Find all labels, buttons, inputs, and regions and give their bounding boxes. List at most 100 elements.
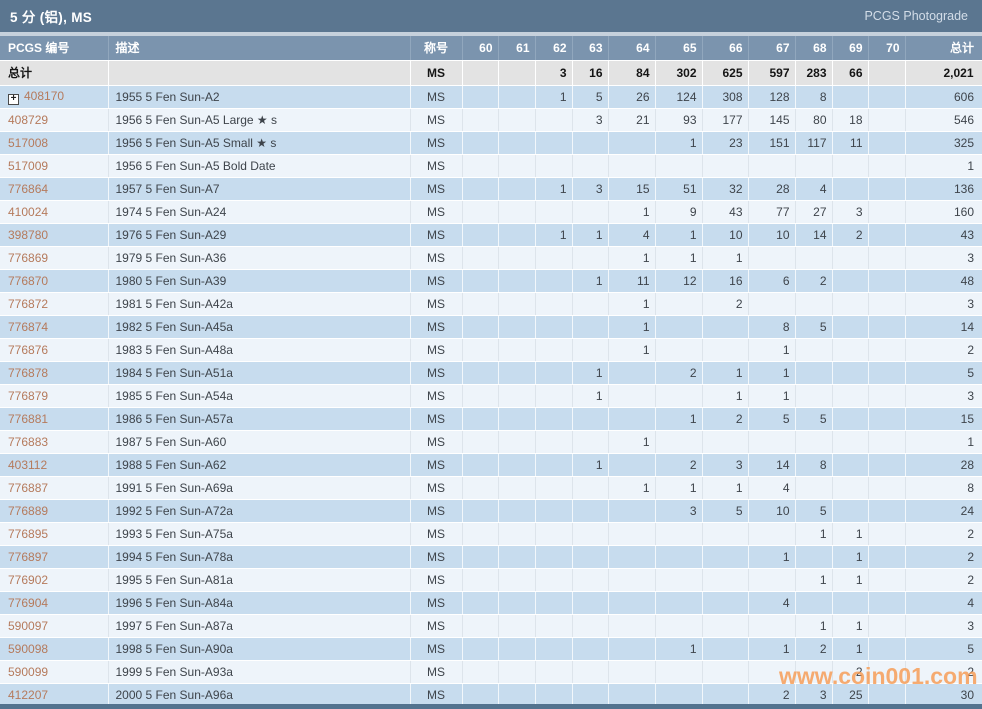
pcgs-number-link[interactable]: 403112 (8, 458, 47, 472)
grade-68-cell: 4 (795, 177, 833, 201)
totals-grade-68: 283 (795, 60, 833, 86)
grade-61-cell (498, 338, 536, 362)
grade-67-cell (748, 614, 796, 638)
grade-60-cell (462, 315, 499, 339)
grade-68-cell (795, 154, 833, 178)
grade-62-cell (535, 407, 573, 431)
pcgs-number-link[interactable]: 776881 (8, 412, 48, 426)
total-cell: 2 (905, 545, 982, 569)
total-cell: 4 (905, 591, 982, 615)
grade-65-cell: 1 (655, 246, 703, 270)
grade-60-cell (462, 637, 499, 661)
pcgs-number-cell: 776895 (0, 522, 109, 546)
grade-67-cell: 1 (748, 545, 796, 569)
grade-70-cell (868, 361, 906, 385)
table-row: 398780 1976 5 Fen Sun-A29 MS 1 1 4 1 10 10 14 2 43 (0, 223, 982, 247)
grade-64-cell (608, 637, 656, 661)
grade-69-cell (832, 591, 869, 615)
grade-61-cell (498, 269, 536, 293)
expand-icon[interactable]: + (8, 93, 19, 105)
grade-65-cell (655, 292, 703, 316)
total-cell: 3 (905, 292, 982, 316)
grade-61-cell (498, 315, 536, 339)
pcgs-number-link[interactable]: 590099 (8, 665, 48, 679)
grade-67-cell (748, 154, 796, 178)
grade-66-cell: 1 (702, 476, 749, 500)
grade-66-cell: 1 (702, 246, 749, 270)
total-cell: 48 (905, 269, 982, 293)
pcgs-number-link[interactable]: 776870 (8, 274, 48, 288)
grade-68-cell: 2 (795, 269, 833, 293)
pcgs-number-cell: 403112 (0, 453, 109, 477)
grade-62-cell (535, 361, 573, 385)
pcgs-number-link[interactable]: 776902 (8, 573, 48, 587)
table-row: 776879 1985 5 Fen Sun-A54a MS 1 1 1 3 (0, 384, 982, 408)
grade-62-cell (535, 430, 573, 454)
total-cell: 3 (905, 384, 982, 408)
pcgs-number-link[interactable]: 517009 (8, 159, 48, 173)
pcgs-number-link[interactable]: 776864 (8, 182, 48, 196)
table-row: 776869 1979 5 Fen Sun-A36 MS 1 1 1 3 (0, 246, 982, 270)
pcgs-number-link[interactable]: 776869 (8, 251, 48, 265)
total-cell: 606 (905, 85, 982, 109)
pcgs-number-link[interactable]: 776887 (8, 481, 48, 495)
description-cell: 1956 5 Fen Sun-A5 Large ★ s (108, 108, 411, 132)
pcgs-number-link[interactable]: 410024 (8, 205, 48, 219)
pcgs-number-link[interactable]: 590098 (8, 642, 48, 656)
grade-65-cell: 1 (655, 131, 703, 155)
grade-60-cell (462, 384, 499, 408)
designation-cell: MS (410, 683, 463, 707)
pcgs-number-link[interactable]: 408170 (24, 89, 64, 103)
table-header-row: PCGS 编号 描述 称号 60 61 62 63 64 65 66 67 68 69 70 总计 (0, 36, 982, 61)
pcgs-number-link[interactable]: 776889 (8, 504, 48, 518)
grade-70-cell (868, 315, 906, 339)
col-header-grade-63: 63 (572, 36, 609, 61)
designation-cell: MS (410, 131, 463, 155)
pcgs-number-link[interactable]: 408729 (8, 113, 48, 127)
pcgs-number-link[interactable]: 776883 (8, 435, 48, 449)
grade-70-cell (868, 154, 906, 178)
pcgs-number-link[interactable]: 776904 (8, 596, 48, 610)
grade-62-cell (535, 591, 573, 615)
pcgs-number-link[interactable]: 776872 (8, 297, 48, 311)
pcgs-number-link[interactable]: 776876 (8, 343, 48, 357)
photograde-link[interactable]: PCGS Photograde (864, 9, 968, 23)
total-cell: 2 (905, 660, 982, 684)
grade-62-cell (535, 683, 573, 707)
pcgs-number-link[interactable]: 412207 (8, 688, 48, 702)
designation-cell: MS (410, 223, 463, 247)
grade-69-cell (832, 384, 869, 408)
pcgs-number-link[interactable]: 590097 (8, 619, 48, 633)
grade-66-cell (702, 430, 749, 454)
grade-69-cell: 11 (832, 131, 869, 155)
description-cell: 1955 5 Fen Sun-A2 (108, 85, 411, 109)
pcgs-number-link[interactable]: 776895 (8, 527, 48, 541)
grade-70-cell (868, 292, 906, 316)
table-row: 403112 1988 5 Fen Sun-A62 MS 1 2 3 14 8 28 (0, 453, 982, 477)
grade-67-cell: 10 (748, 499, 796, 523)
pcgs-number-link[interactable]: 776879 (8, 389, 48, 403)
grade-60-cell (462, 108, 499, 132)
grade-62-cell (535, 660, 573, 684)
grade-61-cell (498, 591, 536, 615)
grade-70-cell (868, 453, 906, 477)
pcgs-number-link[interactable]: 776897 (8, 550, 48, 564)
grade-63-cell (572, 660, 609, 684)
totals-grade-60 (462, 60, 499, 86)
grade-65-cell: 2 (655, 453, 703, 477)
grade-60-cell (462, 223, 499, 247)
designation-cell: MS (410, 545, 463, 569)
designation-cell: MS (410, 154, 463, 178)
pcgs-number-link[interactable]: 776878 (8, 366, 48, 380)
grade-60-cell (462, 85, 499, 109)
pcgs-number-link[interactable]: 517008 (8, 136, 48, 150)
grade-69-cell (832, 85, 869, 109)
grade-62-cell (535, 131, 573, 155)
table-row: 517009 1956 5 Fen Sun-A5 Bold Date MS 1 (0, 154, 982, 178)
grade-61-cell (498, 683, 536, 707)
pcgs-number-link[interactable]: 776874 (8, 320, 48, 334)
grade-61-cell (498, 407, 536, 431)
pcgs-number-link[interactable]: 398780 (8, 228, 48, 242)
designation-cell: MS (410, 453, 463, 477)
grade-69-cell: 25 (832, 683, 869, 707)
